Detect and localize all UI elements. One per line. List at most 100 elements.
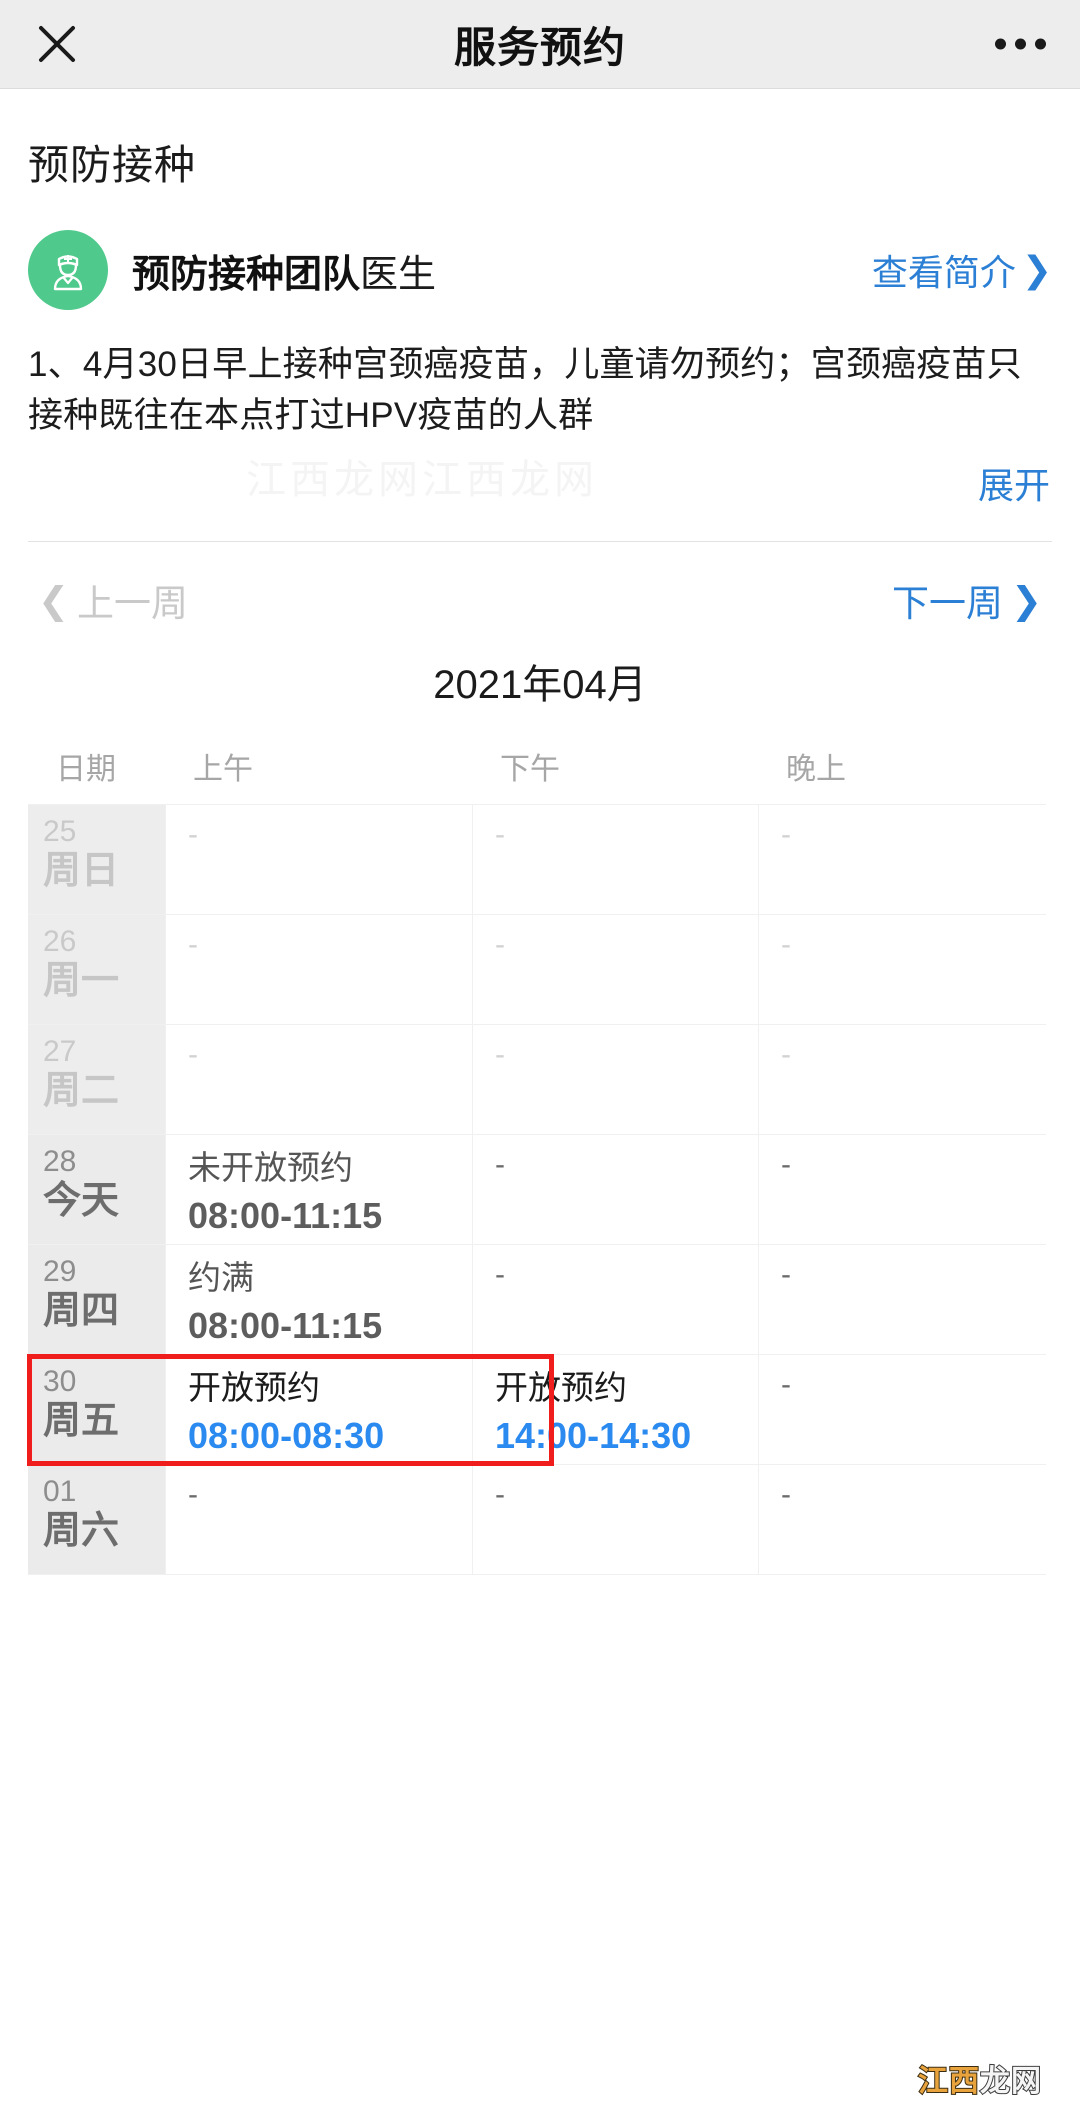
- slot-status-label: 开放预约: [188, 1369, 320, 1407]
- previous-week-label: 上一周: [77, 583, 189, 625]
- calendar-date-cell: 28 今天: [28, 1135, 165, 1245]
- previous-week-button[interactable]: ❮ 上一周: [38, 573, 188, 627]
- calendar-day-number: 25: [43, 815, 77, 849]
- slot-empty-mark: -: [781, 818, 791, 852]
- slot-status-label: 未开放预约: [188, 1149, 353, 1187]
- calendar-day-number: 01: [43, 1475, 77, 1509]
- slot-time-range: 14:00-14:30: [495, 1415, 692, 1457]
- calendar-date-cell: 26 周一: [28, 915, 165, 1025]
- chevron-left-icon: ❮: [38, 579, 70, 621]
- slot-time-range: 08:00-08:30: [188, 1415, 385, 1457]
- table-row: 29 周四 约满 08:00-11:15- -: [28, 1245, 1046, 1356]
- service-notice-text: 1、4月30日早上接种宫颈癌疫苗，儿童请勿预约；宫颈癌疫苗只接种既往在本点打过H…: [28, 345, 1022, 436]
- calendar-date-cell: 25 周日: [28, 805, 165, 915]
- more-options-icon[interactable]: [995, 38, 1046, 50]
- table-row: 26 周一 - - -: [28, 915, 1046, 1026]
- slot-empty-mark: -: [188, 1478, 198, 1512]
- calendar-weekday-label: 周四: [43, 1289, 120, 1332]
- slot-cell-afternoon: -: [472, 915, 758, 1025]
- chevron-right-icon: ❯: [1021, 249, 1052, 290]
- slot-empty-mark: -: [495, 1258, 505, 1292]
- slot-cell-morning[interactable]: 开放预约 08:00-08:30: [165, 1355, 472, 1465]
- watermark-part-one: 江西: [917, 2064, 980, 2099]
- doctor-name: 预防接种团队医生: [132, 243, 436, 298]
- calendar-weekday-label: 周五: [43, 1399, 120, 1442]
- calendar-weekday-label: 今天: [43, 1179, 120, 1222]
- service-content: 预防接种 预防接种团队医生 查看简介 ❯ 1、4月30日早上接种宫颈癌疫苗，儿童…: [0, 131, 1080, 788]
- calendar-date-cell: 30 周五: [28, 1355, 165, 1465]
- slot-cell-morning: -: [165, 1465, 472, 1575]
- slot-cell-evening: -: [758, 1465, 1046, 1575]
- slot-cell-morning: 未开放预约 08:00-11:15: [165, 1135, 472, 1245]
- chevron-right-icon: ❯: [1010, 579, 1042, 621]
- watermark-part-two: 龙网: [979, 2064, 1042, 2099]
- slot-empty-mark: -: [781, 1368, 791, 1402]
- more-dot: [1015, 38, 1026, 50]
- expand-row: 江西龙网江西龙网 展开: [28, 441, 1052, 537]
- slot-empty-mark: -: [495, 818, 505, 852]
- close-icon[interactable]: [34, 21, 80, 67]
- calendar-day-number: 30: [43, 1365, 77, 1399]
- column-header-afternoon: 下午: [500, 753, 560, 787]
- slot-cell-morning: -: [165, 805, 472, 915]
- slot-empty-mark: -: [781, 1148, 791, 1182]
- column-header-evening: 晚上: [786, 753, 846, 787]
- table-row: 28 今天 未开放预约 08:00-11:15- -: [28, 1135, 1046, 1246]
- slot-cell-afternoon: -: [472, 1025, 758, 1135]
- expand-notice-button[interactable]: 展开: [978, 457, 1050, 509]
- page-title: 服务预约: [453, 23, 626, 71]
- slot-cell-evening: -: [758, 915, 1046, 1025]
- site-watermark: 江西龙网: [917, 2056, 1042, 2100]
- table-row: 01 周六 - - -: [28, 1465, 1046, 1576]
- slot-cell-afternoon: -: [472, 1465, 758, 1575]
- more-dot: [995, 38, 1006, 50]
- slot-cell-evening: -: [758, 1245, 1046, 1355]
- slot-empty-mark: -: [781, 928, 791, 962]
- month-title: 2021年04月: [433, 663, 647, 708]
- calendar-day-number: 27: [43, 1035, 77, 1069]
- calendar-date-cell: 27 周二: [28, 1025, 165, 1135]
- slot-empty-mark: -: [495, 1038, 505, 1072]
- next-week-button[interactable]: 下一周 ❯: [892, 573, 1042, 627]
- slot-cell-morning: 约满 08:00-11:15: [165, 1245, 472, 1355]
- slot-cell-afternoon: -: [472, 1135, 758, 1245]
- slot-cell-morning: -: [165, 915, 472, 1025]
- slot-empty-mark: -: [188, 928, 198, 962]
- calendar-day-number: 28: [43, 1145, 77, 1179]
- more-dot: [1035, 38, 1046, 50]
- doctor-row: 预防接种团队医生 查看简介 ❯: [28, 227, 1052, 313]
- next-week-label: 下一周: [891, 583, 1003, 625]
- calendar-weekday-label: 周一: [43, 959, 120, 1002]
- table-row: 30 周五 开放预约 08:00-08:30 开放预约 14:00-14:30-: [28, 1355, 1046, 1466]
- calendar-weekday-label: 周六: [43, 1509, 120, 1552]
- calendar-date-cell: 29 周四: [28, 1245, 165, 1355]
- slot-empty-mark: -: [188, 818, 198, 852]
- calendar-day-number: 29: [43, 1255, 77, 1289]
- calendar-weekday-label: 周二: [43, 1069, 120, 1112]
- slot-cell-evening: -: [758, 1355, 1046, 1465]
- slot-cell-afternoon: -: [472, 805, 758, 915]
- calendar-weekday-label: 周日: [43, 849, 120, 892]
- slot-empty-mark: -: [781, 1258, 791, 1292]
- slot-time-range: 08:00-11:15: [188, 1305, 383, 1347]
- slot-cell-afternoon: -: [472, 1245, 758, 1355]
- slot-status-label: 开放预约: [495, 1369, 627, 1407]
- calendar-column-headers: 日期 上午 下午 晚上: [28, 744, 1052, 788]
- slot-cell-evening: -: [758, 1135, 1046, 1245]
- slot-cell-afternoon[interactable]: 开放预约 14:00-14:30: [472, 1355, 758, 1465]
- column-header-morning: 上午: [193, 753, 253, 787]
- doctor-role: 医生: [360, 253, 437, 296]
- slot-status-label: 约满: [188, 1259, 254, 1297]
- slot-empty-mark: -: [495, 1478, 505, 1512]
- slot-empty-mark: -: [495, 1148, 505, 1182]
- service-section-title: 预防接种: [28, 142, 196, 188]
- slot-time-range: 08:00-11:15: [188, 1195, 383, 1237]
- calendar-day-number: 26: [43, 925, 77, 959]
- doctor-team-name: 预防接种团队: [132, 253, 361, 296]
- slot-cell-evening: -: [758, 805, 1046, 915]
- week-navigation: ❮ 上一周 下一周 ❯: [28, 542, 1052, 658]
- slot-empty-mark: -: [495, 928, 505, 962]
- calendar-date-cell: 01 周六: [28, 1465, 165, 1575]
- view-profile-link[interactable]: 查看简介 ❯: [872, 244, 1052, 296]
- slot-empty-mark: -: [781, 1478, 791, 1512]
